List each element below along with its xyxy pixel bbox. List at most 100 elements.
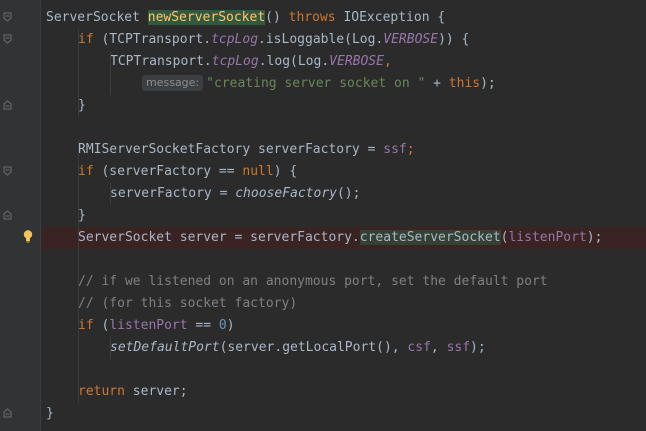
code-token: , bbox=[383, 54, 392, 69]
code-token: .isLoggable(Log. bbox=[258, 32, 384, 47]
code-line[interactable]: // if we listened on an anonymous port, … bbox=[41, 271, 646, 293]
code-line[interactable]: } bbox=[41, 95, 646, 117]
code-token: if bbox=[78, 164, 102, 179]
code-token: ServerSocket bbox=[46, 10, 148, 25]
code-token: ssf bbox=[383, 142, 407, 157]
code-token: )) { bbox=[438, 32, 470, 47]
code-text: if (listenPort == 0) bbox=[78, 315, 235, 337]
code-token: VERBOSE bbox=[329, 54, 384, 69]
code-token: ); bbox=[470, 340, 486, 355]
code-text: return server; bbox=[78, 381, 188, 403]
code-token: listenPort bbox=[109, 318, 196, 333]
code-token: serverFactory = bbox=[110, 186, 236, 201]
code-line[interactable]: } bbox=[41, 205, 646, 227]
code-text: // (for this socket factory) bbox=[78, 293, 297, 315]
code-line[interactable] bbox=[41, 117, 646, 139]
code-text: if (serverFactory == null) { bbox=[78, 161, 297, 183]
code-text: serverFactory = chooseFactory(); bbox=[110, 183, 360, 205]
code-text: ServerSocket newServerSocket() throws IO… bbox=[46, 7, 445, 29]
code-line[interactable]: setDefaultPort(server.getLocalPort(), cs… bbox=[41, 337, 646, 359]
code-token: } bbox=[78, 208, 86, 223]
fold-open-icon[interactable] bbox=[3, 12, 12, 22]
code-text: ServerSocket server = serverFactory.crea… bbox=[78, 227, 602, 249]
code-text: setDefaultPort(server.getLocalPort(), cs… bbox=[110, 337, 486, 359]
indent-guide bbox=[110, 183, 111, 205]
code-token: VERBOSE bbox=[383, 32, 439, 47]
code-token: server; bbox=[132, 384, 188, 399]
code-line[interactable]: TCPTransport.tcpLog.log(Log.VERBOSE, bbox=[41, 51, 646, 73]
indent-guide bbox=[78, 139, 79, 403]
code-token: newServerSocket bbox=[147, 10, 266, 25]
code-token: == bbox=[195, 318, 219, 333]
code-text: message: "creating server socket on " + t… bbox=[142, 73, 496, 95]
code-token: IOException { bbox=[343, 10, 446, 25]
code-token: tcpLog bbox=[211, 54, 259, 69]
code-line[interactable]: message: "creating server socket on " + t… bbox=[41, 73, 646, 95]
code-token: () bbox=[265, 10, 289, 25]
code-token: tcpLog bbox=[211, 32, 259, 47]
fold-close-icon[interactable] bbox=[3, 408, 12, 418]
code-line[interactable] bbox=[41, 359, 646, 381]
code-text: RMIServerSocketFactory serverFactory = s… bbox=[78, 139, 415, 161]
lightbulb-icon[interactable] bbox=[21, 229, 35, 243]
code-token: (serverFactory == bbox=[101, 164, 243, 179]
code-token: ) { bbox=[273, 164, 298, 179]
code-token: if bbox=[78, 318, 102, 333]
code-token: , bbox=[430, 340, 447, 355]
code-line[interactable]: if (TCPTransport.tcpLog.isLoggable(Log.V… bbox=[41, 29, 646, 51]
code-token: } bbox=[78, 98, 86, 113]
code-line[interactable]: RMIServerSocketFactory serverFactory = s… bbox=[41, 139, 646, 161]
indent-guide bbox=[78, 29, 79, 117]
code-token: csf bbox=[407, 340, 431, 355]
code-token: (); bbox=[336, 186, 361, 201]
code-token: + bbox=[433, 76, 449, 91]
code-text: if (TCPTransport.tcpLog.isLoggable(Log.V… bbox=[78, 29, 469, 51]
code-token: if bbox=[78, 32, 102, 47]
code-token: ; bbox=[406, 142, 415, 157]
code-token: (TCPTransport. bbox=[101, 32, 212, 47]
code-token: } bbox=[46, 406, 54, 421]
code-line[interactable]: ServerSocket newServerSocket() throws IO… bbox=[41, 7, 646, 29]
code-line[interactable]: if (listenPort == 0) bbox=[41, 315, 646, 337]
code-token: RMIServerSocketFactory serverFactory = bbox=[78, 142, 384, 157]
code-token: ServerSocket server = serverFactory. bbox=[78, 230, 360, 245]
indent-guide bbox=[110, 337, 111, 359]
code-line[interactable]: if (serverFactory == null) { bbox=[41, 161, 646, 183]
parameter-hint: message: bbox=[142, 75, 204, 91]
code-token: ); bbox=[480, 76, 496, 91]
code-token: "creating server socket on " bbox=[206, 76, 434, 91]
code-token: listenPort bbox=[508, 230, 587, 245]
code-token: ) bbox=[226, 318, 235, 333]
code-token: .log(Log. bbox=[258, 54, 330, 69]
code-text: // if we listened on an anonymous port, … bbox=[78, 271, 548, 293]
code-text: } bbox=[78, 95, 86, 117]
code-line[interactable]: // (for this socket factory) bbox=[41, 293, 646, 315]
fold-close-icon[interactable] bbox=[3, 210, 12, 220]
code-token: // if we listened on an anonymous port, … bbox=[78, 274, 548, 289]
code-token: ); bbox=[586, 230, 603, 245]
code-token: return bbox=[78, 384, 133, 399]
code-token: TCPTransport. bbox=[110, 54, 212, 69]
code-text: TCPTransport.tcpLog.log(Log.VERBOSE, bbox=[110, 51, 392, 73]
code-token: 0 bbox=[218, 318, 227, 333]
code-text: } bbox=[78, 205, 86, 227]
code-line[interactable] bbox=[41, 249, 646, 271]
fold-close-icon[interactable] bbox=[3, 100, 12, 110]
code-text: } bbox=[46, 403, 54, 425]
code-line[interactable]: ServerSocket server = serverFactory.crea… bbox=[41, 227, 646, 249]
code-line[interactable]: } bbox=[41, 403, 646, 425]
fold-open-icon[interactable] bbox=[3, 34, 12, 44]
code-editor[interactable]: ServerSocket newServerSocket() throws IO… bbox=[41, 0, 646, 431]
code-line[interactable]: return server; bbox=[41, 381, 646, 403]
code-token: ssf bbox=[446, 340, 471, 355]
code-token: setDefaultPort bbox=[110, 340, 220, 355]
code-token: // (for this socket factory) bbox=[78, 296, 298, 311]
code-line[interactable]: serverFactory = chooseFactory(); bbox=[41, 183, 646, 205]
code-token: createServerSocket bbox=[359, 230, 501, 245]
fold-open-icon[interactable] bbox=[3, 166, 12, 176]
code-token: chooseFactory bbox=[235, 186, 337, 201]
code-token: this bbox=[448, 76, 481, 91]
code-token: (server.getLocalPort(), bbox=[219, 340, 408, 355]
code-token: null bbox=[242, 164, 274, 179]
indent-guide bbox=[110, 51, 111, 95]
